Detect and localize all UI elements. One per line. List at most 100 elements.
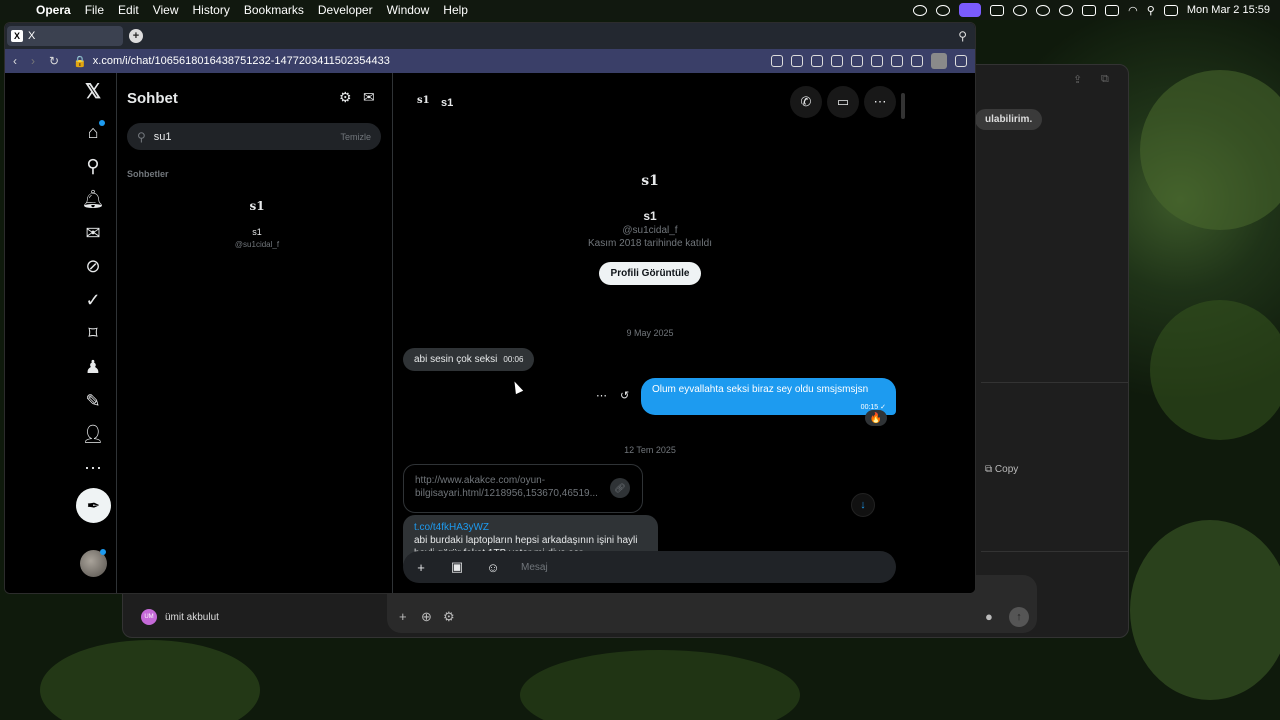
tools-icon[interactable]: ⚙ — [443, 609, 455, 625]
link-preview-card[interactable]: http://www.akakce.com/oyun- bilgisayari.… — [403, 464, 643, 513]
clock[interactable]: Mon Mar 2 15:59 — [1187, 4, 1270, 16]
menu-history[interactable]: History — [193, 3, 230, 17]
tab-x[interactable]: X X — [7, 26, 123, 46]
extension-icon[interactable] — [955, 55, 967, 67]
search-result-item[interactable]: s1 s1 @su1cidal_f — [127, 199, 387, 249]
spotlight-icon[interactable]: ⚲ — [1147, 4, 1155, 17]
heart-icon[interactable] — [871, 55, 883, 67]
menu-help[interactable]: Help — [443, 3, 468, 17]
more-icon[interactable]: ⋯ — [81, 456, 105, 480]
more-icon: ⋯ — [873, 94, 887, 109]
menu-file[interactable]: File — [85, 3, 104, 17]
shield-icon[interactable] — [811, 55, 823, 67]
tab-search-icon[interactable]: ⚲ — [958, 29, 967, 43]
battery-icon[interactable] — [1105, 4, 1120, 16]
user-profile[interactable]: UM ümit akbulut — [141, 609, 219, 625]
background-foliage — [40, 640, 260, 720]
camera-icon[interactable] — [791, 55, 803, 67]
vpn-icon[interactable] — [831, 55, 843, 67]
weather-icon[interactable] — [1013, 4, 1028, 16]
copy-button[interactable]: ⧉ Copy — [985, 464, 1018, 475]
menu-window[interactable]: Window — [387, 3, 430, 17]
copy-label: Copy — [994, 464, 1019, 475]
notification-dot — [99, 120, 105, 126]
grok-icon[interactable]: ⊘ — [81, 254, 105, 278]
chat-search-input[interactable]: ⚲ su1 Temizle — [127, 123, 381, 150]
screen-share-icon[interactable] — [959, 3, 982, 17]
tab-bar: X X + ⚲ — [5, 23, 975, 49]
status-icon[interactable] — [913, 4, 928, 16]
header-name[interactable]: s1 — [441, 97, 453, 109]
verified-icon[interactable]: ✓ — [81, 288, 105, 312]
profile-avatar[interactable] — [931, 53, 947, 69]
download-icon[interactable] — [891, 55, 903, 67]
outgoing-message[interactable]: Olum eyvallahta seksi biraz sey oldu sms… — [641, 378, 896, 415]
new-window-icon[interactable]: ⧉ — [1101, 73, 1119, 91]
x-logo-icon[interactable]: 𝕏 — [81, 79, 105, 103]
reload-icon[interactable]: ↻ — [49, 54, 59, 68]
emoji-icon[interactable]: ☺ — [475, 560, 511, 575]
new-tab-button[interactable]: + — [129, 29, 143, 43]
reaction-badge[interactable]: 🔥 — [865, 410, 887, 426]
bookmarks-icon[interactable]: ⌑ — [81, 321, 105, 345]
url-field[interactable]: x.com/i/chat/1065618016438751232-1477203… — [93, 55, 390, 67]
message-input[interactable]: Mesaj — [521, 562, 548, 573]
add-icon[interactable]: + — [403, 560, 439, 575]
x-app: 𝕏 ⌂ ⚲ 🔔︎ ✉ ⊘ ✓ ⌑ ♟ ✎ 👤︎ ⋯ ✒ Sohbet ⚙ ✉ ⚲… — [5, 73, 975, 593]
clear-search-button[interactable]: Temizle — [340, 132, 371, 142]
tab-title: X — [28, 30, 36, 42]
play-icon[interactable] — [851, 55, 863, 67]
status-icon[interactable] — [936, 4, 951, 16]
profile-summary: s1 s1 @su1cidal_f Kasım 2018 tarihinde k… — [393, 173, 907, 285]
back-icon[interactable]: ‹ — [13, 54, 17, 68]
incoming-message[interactable]: abi sesin çok seksi 00:06 — [403, 348, 535, 371]
result-name: s1 — [252, 227, 262, 237]
message-link[interactable]: t.co/t4fkHA3yWZ — [414, 521, 647, 534]
keyboard-icon[interactable] — [1082, 4, 1097, 16]
status-icon[interactable] — [990, 4, 1005, 16]
status-area: ◠ ⚲ Mon Mar 2 15:59 — [913, 0, 1270, 20]
share-icon[interactable]: ⇪ — [1073, 73, 1091, 91]
feather-icon: ✒ — [86, 497, 101, 515]
video-call-button[interactable]: ▭ — [827, 86, 859, 118]
globe-icon[interactable]: ⊕ — [421, 609, 432, 625]
microphone-icon[interactable]: ● — [985, 609, 993, 624]
notifications-icon[interactable]: 🔔︎ — [81, 187, 105, 211]
settings-icon[interactable]: ⚙ — [339, 89, 352, 106]
gif-icon[interactable]: ▣ — [439, 559, 475, 575]
header-avatar[interactable]: s1 — [417, 95, 430, 106]
scroll-down-button[interactable]: ↓ — [851, 493, 875, 517]
call-button[interactable]: ✆ — [790, 86, 822, 118]
jobs-icon[interactable]: ♟ — [81, 355, 105, 379]
menu-edit[interactable]: Edit — [118, 3, 139, 17]
view-profile-button[interactable]: Profili Görüntüle — [598, 262, 702, 285]
message-more-icon[interactable]: ⋯ — [596, 389, 607, 402]
reply-icon[interactable]: ↺ — [620, 389, 629, 402]
search-icon[interactable]: ⚲ — [81, 154, 105, 178]
new-message-icon[interactable]: ✉ — [363, 89, 375, 106]
wifi-icon[interactable]: ◠ — [1128, 4, 1138, 17]
articles-icon[interactable]: ✎ — [81, 389, 105, 413]
control-center-icon[interactable] — [1163, 4, 1178, 16]
edit-icon[interactable] — [771, 55, 783, 67]
user-icon[interactable] — [1059, 4, 1074, 16]
divider — [981, 382, 1129, 383]
profile-icon[interactable]: 👤︎ — [81, 422, 105, 446]
result-handle: @su1cidal_f — [234, 240, 280, 249]
more-options-button[interactable]: ⋯ — [864, 86, 896, 118]
play-icon[interactable] — [1036, 4, 1051, 16]
background-foliage — [1130, 520, 1280, 700]
menu-view[interactable]: View — [153, 3, 179, 17]
messages-icon[interactable]: ✉ — [81, 221, 105, 245]
menu-developer[interactable]: Developer — [318, 3, 373, 17]
menu-app-name[interactable]: Opera — [36, 3, 71, 17]
message-time: 00:06 — [503, 355, 524, 364]
plus-icon[interactable]: + — [399, 609, 407, 624]
x-left-nav: 𝕏 ⌂ ⚲ 🔔︎ ✉ ⊘ ✓ ⌑ ♟ ✎ 👤︎ ⋯ ✒ — [5, 73, 117, 593]
send-button[interactable]: ↑ — [1009, 607, 1029, 627]
forward-icon[interactable]: › — [31, 54, 35, 68]
menu-icon[interactable] — [911, 55, 923, 67]
scrollbar[interactable] — [901, 93, 905, 119]
compose-post-button[interactable]: ✒ — [76, 488, 111, 523]
menu-bookmarks[interactable]: Bookmarks — [244, 3, 304, 17]
